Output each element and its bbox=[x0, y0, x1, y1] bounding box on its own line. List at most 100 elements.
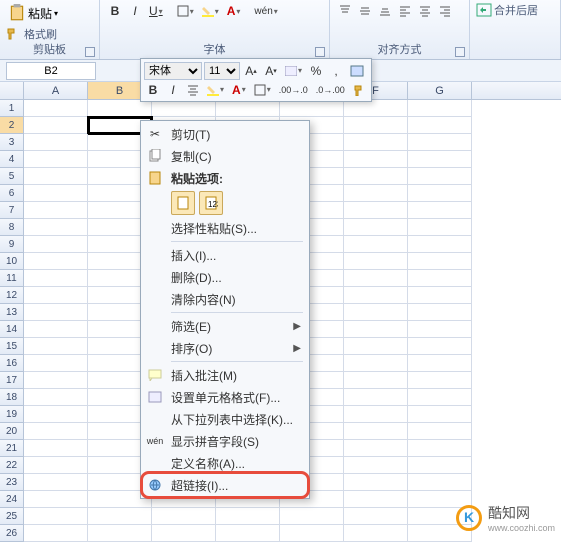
cell[interactable] bbox=[24, 219, 88, 236]
cell[interactable] bbox=[344, 423, 408, 440]
cell[interactable] bbox=[408, 440, 472, 457]
column-header[interactable]: G bbox=[408, 82, 472, 99]
align-right-button[interactable] bbox=[436, 2, 454, 20]
ctx-copy[interactable]: 复制(C) bbox=[143, 145, 307, 167]
ctx-define-name[interactable]: 定义名称(A)... bbox=[143, 452, 307, 474]
cell[interactable] bbox=[408, 474, 472, 491]
ctx-insert-comment[interactable]: 插入批注(M) bbox=[143, 364, 307, 386]
cell[interactable] bbox=[344, 168, 408, 185]
format-painter-button[interactable]: 格式刷 bbox=[6, 26, 93, 42]
mini-grow-font[interactable]: A▴ bbox=[242, 62, 260, 80]
cell[interactable] bbox=[408, 389, 472, 406]
cell[interactable] bbox=[408, 168, 472, 185]
cell[interactable] bbox=[344, 117, 408, 134]
phonetic-button[interactable]: wén bbox=[251, 2, 280, 20]
cell[interactable] bbox=[24, 525, 88, 542]
ctx-sort[interactable]: 排序(O)▶ bbox=[143, 337, 307, 359]
cell[interactable] bbox=[24, 236, 88, 253]
cell[interactable] bbox=[408, 219, 472, 236]
cell[interactable] bbox=[408, 270, 472, 287]
cell[interactable] bbox=[24, 100, 88, 117]
cell[interactable] bbox=[24, 304, 88, 321]
cell[interactable] bbox=[24, 491, 88, 508]
cell[interactable] bbox=[344, 134, 408, 151]
cell[interactable] bbox=[152, 525, 216, 542]
align-center-button[interactable] bbox=[416, 2, 434, 20]
row-header[interactable]: 18 bbox=[0, 389, 24, 406]
cell[interactable] bbox=[24, 185, 88, 202]
cell[interactable] bbox=[408, 117, 472, 134]
ctx-hyperlink[interactable]: 超链接(I)... bbox=[143, 474, 307, 496]
row-header[interactable]: 10 bbox=[0, 253, 24, 270]
cell[interactable] bbox=[24, 321, 88, 338]
cell[interactable] bbox=[408, 338, 472, 355]
cell[interactable] bbox=[344, 491, 408, 508]
border-button[interactable] bbox=[174, 2, 197, 20]
cell[interactable] bbox=[344, 287, 408, 304]
cell[interactable] bbox=[344, 100, 408, 117]
cell[interactable] bbox=[88, 525, 152, 542]
cell[interactable] bbox=[408, 287, 472, 304]
cell[interactable] bbox=[344, 151, 408, 168]
font-dialog-launcher[interactable] bbox=[315, 47, 325, 57]
cell[interactable] bbox=[408, 406, 472, 423]
row-header[interactable]: 15 bbox=[0, 338, 24, 355]
ctx-clear[interactable]: 清除内容(N) bbox=[143, 288, 307, 310]
row-header[interactable]: 24 bbox=[0, 491, 24, 508]
cell[interactable] bbox=[408, 236, 472, 253]
ctx-paste-special[interactable]: 选择性粘贴(S)... bbox=[143, 217, 307, 239]
ctx-insert[interactable]: 插入(I)... bbox=[143, 244, 307, 266]
row-header[interactable]: 26 bbox=[0, 525, 24, 542]
cell[interactable] bbox=[344, 304, 408, 321]
row-header[interactable]: 25 bbox=[0, 508, 24, 525]
cell[interactable] bbox=[24, 168, 88, 185]
cell[interactable] bbox=[408, 134, 472, 151]
ctx-delete[interactable]: 删除(D)... bbox=[143, 266, 307, 288]
cell[interactable] bbox=[408, 457, 472, 474]
cell[interactable] bbox=[24, 389, 88, 406]
row-header[interactable]: 13 bbox=[0, 304, 24, 321]
ctx-pick-from-list[interactable]: 从下拉列表中选择(K)... bbox=[143, 408, 307, 430]
cell[interactable] bbox=[24, 134, 88, 151]
merge-label[interactable]: 合并后居 bbox=[494, 2, 538, 18]
cell[interactable] bbox=[344, 338, 408, 355]
cell[interactable] bbox=[408, 304, 472, 321]
cell[interactable] bbox=[344, 525, 408, 542]
mini-font-size[interactable]: 11 bbox=[204, 62, 240, 80]
cell[interactable] bbox=[344, 389, 408, 406]
cell[interactable] bbox=[24, 253, 88, 270]
row-header[interactable]: 3 bbox=[0, 134, 24, 151]
row-header[interactable]: 7 bbox=[0, 202, 24, 219]
row-header[interactable]: 5 bbox=[0, 168, 24, 185]
cell[interactable] bbox=[344, 440, 408, 457]
fill-color-button[interactable] bbox=[199, 2, 222, 20]
cell[interactable] bbox=[344, 236, 408, 253]
cell[interactable] bbox=[24, 372, 88, 389]
cell[interactable] bbox=[344, 355, 408, 372]
cell[interactable] bbox=[24, 117, 88, 134]
row-header[interactable]: 11 bbox=[0, 270, 24, 287]
mini-border[interactable] bbox=[251, 81, 274, 99]
name-box[interactable]: B2 bbox=[6, 62, 96, 80]
mini-shrink-font[interactable]: A▾ bbox=[262, 62, 280, 80]
cell[interactable] bbox=[408, 202, 472, 219]
cell[interactable] bbox=[408, 423, 472, 440]
cell[interactable] bbox=[344, 202, 408, 219]
align-dialog-launcher[interactable] bbox=[455, 47, 465, 57]
cell[interactable] bbox=[280, 100, 344, 117]
bold-button[interactable]: B bbox=[106, 2, 124, 20]
cell[interactable] bbox=[24, 202, 88, 219]
paste-button[interactable]: 粘贴 ▾ bbox=[6, 2, 93, 24]
mini-bold[interactable]: B bbox=[144, 81, 162, 99]
cell[interactable] bbox=[408, 253, 472, 270]
row-header[interactable]: 21 bbox=[0, 440, 24, 457]
ctx-filter[interactable]: 筛选(E)▶ bbox=[143, 315, 307, 337]
row-header[interactable]: 2 bbox=[0, 117, 24, 134]
row-header[interactable]: 9 bbox=[0, 236, 24, 253]
clipboard-dialog-launcher[interactable] bbox=[85, 47, 95, 57]
align-middle-button[interactable] bbox=[356, 2, 374, 20]
ctx-cut[interactable]: ✂剪切(T) bbox=[143, 123, 307, 145]
ctx-phonetic[interactable]: wén显示拼音字段(S) bbox=[143, 430, 307, 452]
cell[interactable] bbox=[408, 100, 472, 117]
italic-button[interactable]: I bbox=[126, 2, 144, 20]
